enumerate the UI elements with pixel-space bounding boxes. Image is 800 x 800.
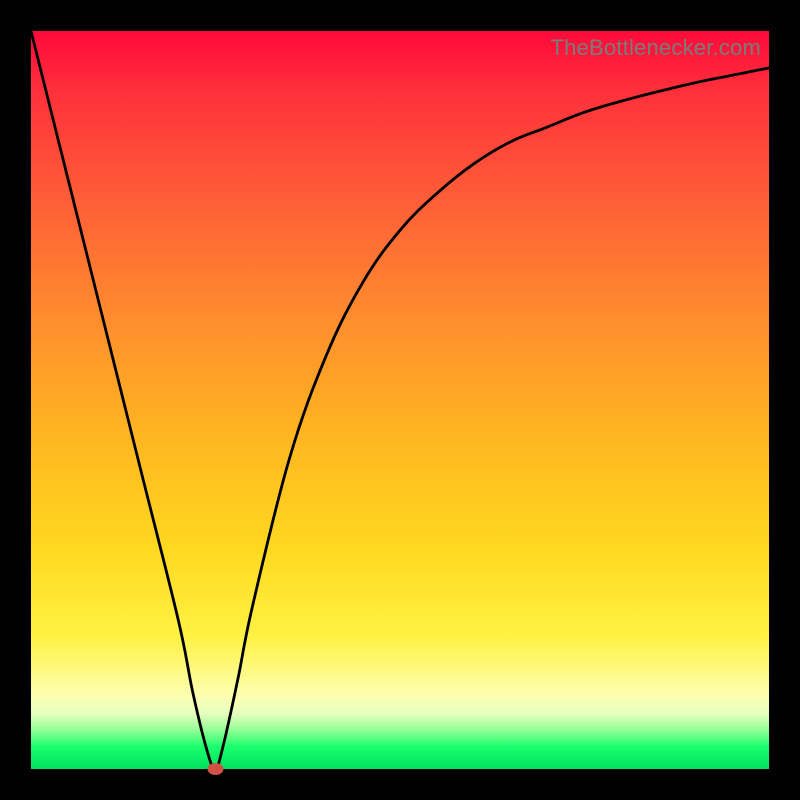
chart-frame: TheBottlenecker.com bbox=[0, 0, 800, 800]
optimum-marker bbox=[208, 763, 224, 775]
curve-path bbox=[31, 31, 769, 769]
bottleneck-curve bbox=[31, 31, 769, 769]
plot-area: TheBottlenecker.com bbox=[31, 31, 769, 769]
